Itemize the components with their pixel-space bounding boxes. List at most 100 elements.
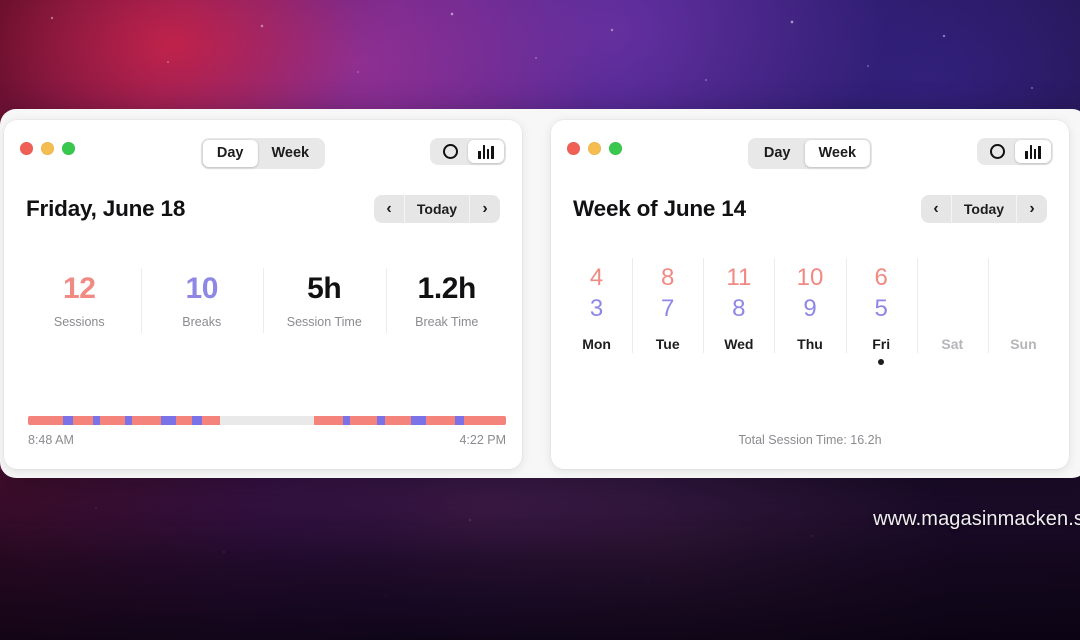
display-mode-toggle[interactable] (977, 138, 1053, 165)
previous-day-button[interactable]: ‹ (374, 195, 404, 223)
day-name-label: Mon (582, 336, 611, 352)
toggle-option-day[interactable]: Day (202, 140, 258, 168)
day-sessions-count (988, 264, 1059, 293)
stat-break-time: 1.2h Break Time (385, 266, 509, 335)
day-breaks-count (917, 295, 988, 324)
timeline-break-marker (160, 416, 176, 425)
week-day-column[interactable]: Sun (987, 258, 1059, 367)
day-breaks-count: 3 (589, 295, 604, 322)
close-button-icon[interactable] (567, 142, 580, 155)
previous-week-button[interactable]: ‹ (921, 195, 951, 223)
minimize-button-icon[interactable] (41, 142, 54, 155)
stat-breaks-value: 10 (185, 272, 219, 305)
day-name-label: Sat (941, 336, 964, 352)
day-week-toggle[interactable]: Day Week (747, 138, 873, 170)
traffic-light-buttons[interactable] (567, 142, 622, 155)
week-total-session-time: Total Session Time: 16.2h (738, 433, 882, 447)
timeline-break-marker (342, 416, 350, 425)
stat-sessions-label: Sessions (53, 314, 105, 329)
stat-break-time-label: Break Time (415, 314, 479, 329)
week-day-column[interactable]: 11 8 Wed (703, 258, 774, 367)
day-sessions-count: 8 (661, 264, 675, 291)
timeline-end-label: 4:22 PM (459, 433, 506, 447)
zoom-button-icon[interactable] (609, 142, 622, 155)
minimize-button-icon[interactable] (588, 142, 601, 155)
bar-chart-toggle-button[interactable] (1015, 140, 1051, 163)
today-button[interactable]: Today (404, 195, 470, 223)
week-day-column[interactable]: 6 5 Fri (845, 258, 917, 367)
next-day-button[interactable]: › (470, 195, 500, 223)
timeline-break-marker (93, 416, 101, 425)
day-breaks-count (988, 295, 1059, 324)
toggle-option-week[interactable]: Week (804, 140, 871, 168)
week-day-column[interactable]: 8 7 Tue (632, 258, 703, 367)
day-sessions-count: 10 (796, 264, 824, 291)
week-header-row: Week of June 14 ‹ Today › (551, 182, 1069, 236)
stat-breaks-label: Breaks (182, 314, 222, 329)
timeline-break-marker (455, 416, 464, 425)
toggle-option-day[interactable]: Day (750, 140, 805, 167)
week-date-navigator[interactable]: ‹ Today › (921, 195, 1047, 223)
stat-breaks: 10 Breaks (140, 266, 264, 335)
day-date-navigator[interactable]: ‹ Today › (374, 195, 500, 223)
timer-ring-toggle-button[interactable] (979, 140, 1015, 163)
timeline-break-marker (377, 416, 385, 425)
day-breaks-count: 7 (661, 295, 675, 322)
bar-chart-icon (478, 144, 494, 159)
week-day-column[interactable]: 4 3 Mon (561, 258, 632, 367)
day-name-label: Tue (655, 336, 680, 352)
next-week-button[interactable]: › (1017, 195, 1047, 223)
stat-session-time-label: Session Time (286, 314, 362, 329)
timeline-break-marker (63, 416, 73, 425)
today-button[interactable]: Today (951, 195, 1017, 223)
zoom-button-icon[interactable] (62, 142, 75, 155)
background-vignette (0, 470, 1080, 640)
day-breaks-count: 8 (732, 295, 746, 322)
day-breaks-count: 5 (874, 295, 888, 322)
stat-session-time: 5h Session Time (263, 266, 386, 335)
day-week-toggle[interactable]: Day Week (200, 138, 326, 170)
timeline-break-marker (125, 416, 133, 425)
day-sessions-count (917, 264, 988, 293)
week-window-titlebar: Day Week (551, 120, 1069, 182)
day-stats-row: 12 Sessions 10 Breaks 5h Session Time 1.… (4, 266, 522, 335)
day-window-titlebar: Day Week (4, 120, 522, 182)
bar-chart-toggle-button[interactable] (468, 140, 504, 163)
timer-ring-toggle-button[interactable] (432, 140, 468, 163)
day-name-label: Wed (724, 336, 754, 352)
day-name-label: Sun (1010, 336, 1037, 352)
day-sessions-count: 11 (726, 264, 752, 291)
toggle-option-week[interactable]: Week (257, 140, 323, 167)
stat-break-time-value: 1.2h (417, 272, 477, 305)
bar-chart-icon (1025, 144, 1041, 159)
day-name-label: Thu (797, 336, 823, 352)
day-header-row: Friday, June 18 ‹ Today › (4, 182, 522, 236)
display-mode-toggle[interactable] (430, 138, 506, 165)
week-day-column[interactable]: 10 9 Thu (774, 258, 845, 367)
week-day-column[interactable]: Sat (916, 258, 988, 367)
day-breaks-count: 9 (803, 295, 817, 322)
close-button-icon[interactable] (20, 142, 33, 155)
week-day-grid: 4 3 Mon 8 7 Tue 11 8 Wed 10 9 Thu 6 5 Fri Sat Sun (551, 258, 1069, 367)
traffic-light-buttons[interactable] (20, 142, 75, 155)
day-sessions-count: 4 (589, 264, 604, 291)
timer-ring-icon (989, 144, 1005, 159)
stat-session-time-value: 5h (307, 272, 342, 305)
day-name-label: Fri (872, 336, 891, 352)
timeline-break-marker (192, 416, 202, 425)
timer-ring-icon (442, 144, 458, 159)
stat-sessions: 12 Sessions (18, 266, 141, 335)
timeline-labels: 8:48 AM 4:22 PM (28, 433, 506, 447)
timeline-start-label: 8:48 AM (28, 433, 74, 447)
day-page-title: Friday, June 18 (26, 196, 186, 221)
day-window: Day Week Friday, June 18 ‹ Today › 12 Se… (4, 120, 522, 469)
screenshot-panel: Day Week Friday, June 18 ‹ Today › 12 Se… (0, 109, 1080, 478)
day-sessions-count: 6 (874, 264, 888, 291)
watermark-url: www.magasinmacken.s (873, 508, 1080, 530)
stat-sessions-value: 12 (62, 272, 96, 305)
timeline-track[interactable] (28, 416, 506, 425)
today-indicator-dot (878, 359, 885, 365)
week-page-title: Week of June 14 (573, 196, 746, 221)
week-window: Day Week Week of June 14 ‹ Today › 4 3 M… (551, 120, 1069, 469)
timeline-break-marker (411, 416, 427, 425)
